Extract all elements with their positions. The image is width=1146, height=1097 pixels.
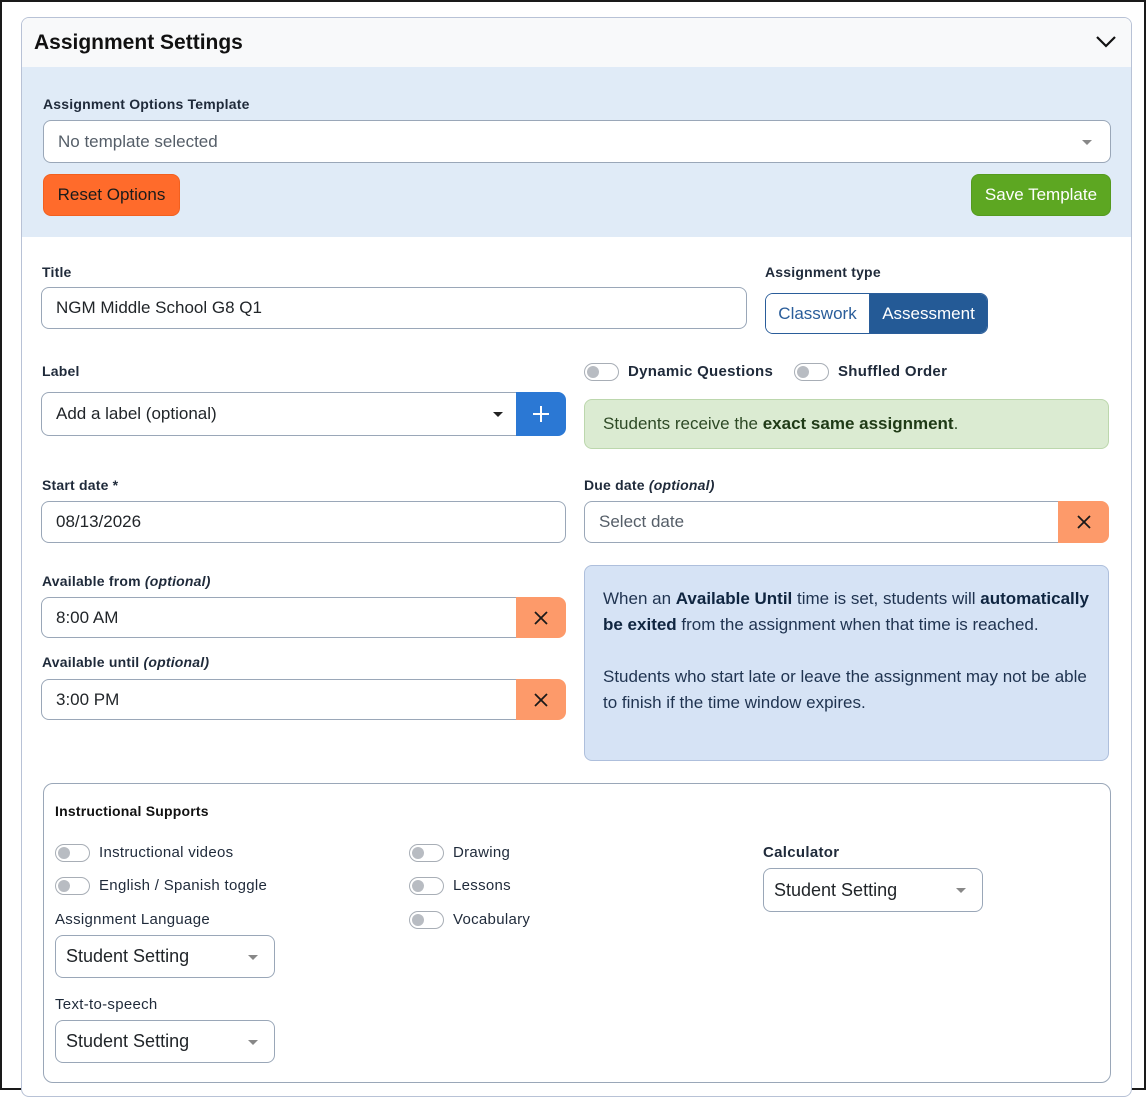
available-from-value: 8:00 AM bbox=[56, 607, 119, 627]
due-date-input[interactable]: Select date bbox=[584, 501, 1060, 543]
alert-text: Students receive the bbox=[603, 414, 763, 433]
due-date-label: Due date (optional) bbox=[584, 477, 715, 493]
instructional-videos-label: Instructional videos bbox=[99, 844, 234, 861]
template-section: Assignment Options Template No template … bbox=[22, 67, 1131, 237]
english-spanish-toggle[interactable] bbox=[55, 877, 90, 895]
clear-due-date-button[interactable] bbox=[1058, 501, 1109, 543]
save-template-button[interactable]: Save Template bbox=[971, 174, 1111, 216]
close-icon bbox=[1076, 515, 1091, 529]
available-until-label: Available until (optional) bbox=[42, 654, 209, 670]
clear-available-from-button[interactable] bbox=[516, 597, 566, 638]
template-label: Assignment Options Template bbox=[43, 96, 250, 112]
label-select[interactable]: Add a label (optional) bbox=[41, 392, 518, 436]
alert-text-suffix: . bbox=[953, 414, 959, 433]
card-header[interactable]: Assignment Settings bbox=[22, 18, 1131, 67]
supports-title: Instructional Supports bbox=[55, 803, 209, 819]
available-until-label-text: Available until bbox=[42, 654, 140, 670]
dynamic-questions-label: Dynamic Questions bbox=[628, 363, 774, 380]
clear-available-until-button[interactable] bbox=[516, 679, 566, 720]
label-select-placeholder: Add a label (optional) bbox=[56, 404, 217, 423]
shuffled-order-toggle[interactable] bbox=[794, 363, 829, 381]
window-frame: Assignment Settings Assignment Options T… bbox=[0, 0, 1146, 1097]
reset-options-button[interactable]: Reset Options bbox=[43, 174, 180, 216]
shuffled-order-label: Shuffled Order bbox=[838, 363, 948, 380]
time-alert-text: from the assignment when that time is re… bbox=[676, 615, 1039, 634]
english-spanish-label: English / Spanish toggle bbox=[99, 877, 268, 894]
title-input-value: NGM Middle School G8 Q1 bbox=[56, 298, 262, 317]
instructional-supports-panel: Instructional Supports Instructional vid… bbox=[43, 783, 1111, 1083]
alert-bold-text: exact same assignment bbox=[762, 414, 954, 433]
time-alert-text: When an bbox=[603, 589, 676, 608]
vocabulary-label: Vocabulary bbox=[453, 911, 531, 928]
time-alert-text: time is set, students will bbox=[792, 589, 981, 608]
start-date-input[interactable]: 08/13/2026 bbox=[41, 501, 566, 543]
assignment-language-value: Student Setting bbox=[66, 946, 190, 966]
available-from-label-text: Available from bbox=[42, 573, 141, 589]
assignment-type-toggle: Classwork Assessment bbox=[765, 293, 988, 334]
instructional-videos-toggle[interactable] bbox=[55, 844, 90, 862]
start-date-value: 08/13/2026 bbox=[56, 512, 142, 531]
available-from-input[interactable]: 8:00 AM bbox=[41, 597, 518, 638]
chevron-down-icon bbox=[493, 412, 503, 417]
due-date-label-text: Due date bbox=[584, 477, 645, 493]
time-alert-paragraph-1: When an Available Until time is set, stu… bbox=[603, 586, 1090, 638]
tts-label: Text-to-speech bbox=[55, 996, 158, 1013]
title-input[interactable]: NGM Middle School G8 Q1 bbox=[41, 287, 747, 329]
tts-select[interactable]: Student Setting bbox=[55, 1020, 275, 1063]
available-until-input[interactable]: 3:00 PM bbox=[41, 679, 518, 720]
start-date-label: Start date * bbox=[42, 477, 119, 493]
time-alert-paragraph-2: Students who start late or leave the ass… bbox=[603, 667, 1087, 712]
assignment-language-label: Assignment Language bbox=[55, 911, 210, 928]
chevron-down-icon[interactable] bbox=[1095, 34, 1117, 50]
drawing-label: Drawing bbox=[453, 844, 511, 861]
chevron-down-icon bbox=[1082, 140, 1092, 145]
assignment-type-label: Assignment type bbox=[765, 264, 881, 280]
lessons-toggle[interactable] bbox=[409, 877, 444, 895]
lessons-label: Lessons bbox=[453, 877, 511, 894]
tts-value: Student Setting bbox=[66, 1031, 190, 1051]
close-icon bbox=[534, 692, 548, 707]
available-from-optional: (optional) bbox=[144, 573, 211, 589]
available-from-label: Available from (optional) bbox=[42, 573, 211, 589]
time-window-alert: When an Available Until time is set, stu… bbox=[584, 565, 1109, 761]
classwork-option[interactable]: Classwork bbox=[766, 294, 870, 333]
due-date-optional: (optional) bbox=[648, 477, 715, 493]
label-field-label: Label bbox=[42, 363, 80, 379]
time-alert-bold-1: Available Until bbox=[675, 589, 793, 608]
due-date-placeholder: Select date bbox=[599, 512, 685, 531]
available-until-optional: (optional) bbox=[143, 654, 210, 670]
card-title: Assignment Settings bbox=[34, 31, 243, 54]
available-until-value: 3:00 PM bbox=[56, 689, 120, 709]
drawing-toggle[interactable] bbox=[409, 844, 444, 862]
vocabulary-toggle[interactable] bbox=[409, 911, 444, 929]
assessment-option[interactable]: Assessment bbox=[870, 294, 987, 333]
dynamic-questions-toggle[interactable] bbox=[584, 363, 619, 381]
calculator-select[interactable]: Student Setting bbox=[763, 868, 983, 912]
chevron-down-icon bbox=[248, 1040, 258, 1045]
template-select[interactable]: No template selected bbox=[43, 120, 1111, 163]
add-label-button[interactable] bbox=[516, 392, 566, 436]
assignment-language-select[interactable]: Student Setting bbox=[55, 935, 275, 978]
close-icon bbox=[534, 610, 548, 625]
chevron-down-icon bbox=[248, 955, 258, 960]
template-select-value: No template selected bbox=[58, 131, 218, 151]
title-label: Title bbox=[42, 264, 72, 280]
same-assignment-alert: Students receive the exact same assignme… bbox=[584, 399, 1109, 449]
calculator-label: Calculator bbox=[763, 844, 840, 861]
plus-icon bbox=[533, 406, 549, 422]
chevron-down-icon bbox=[956, 888, 966, 893]
calculator-value: Student Setting bbox=[774, 879, 898, 900]
